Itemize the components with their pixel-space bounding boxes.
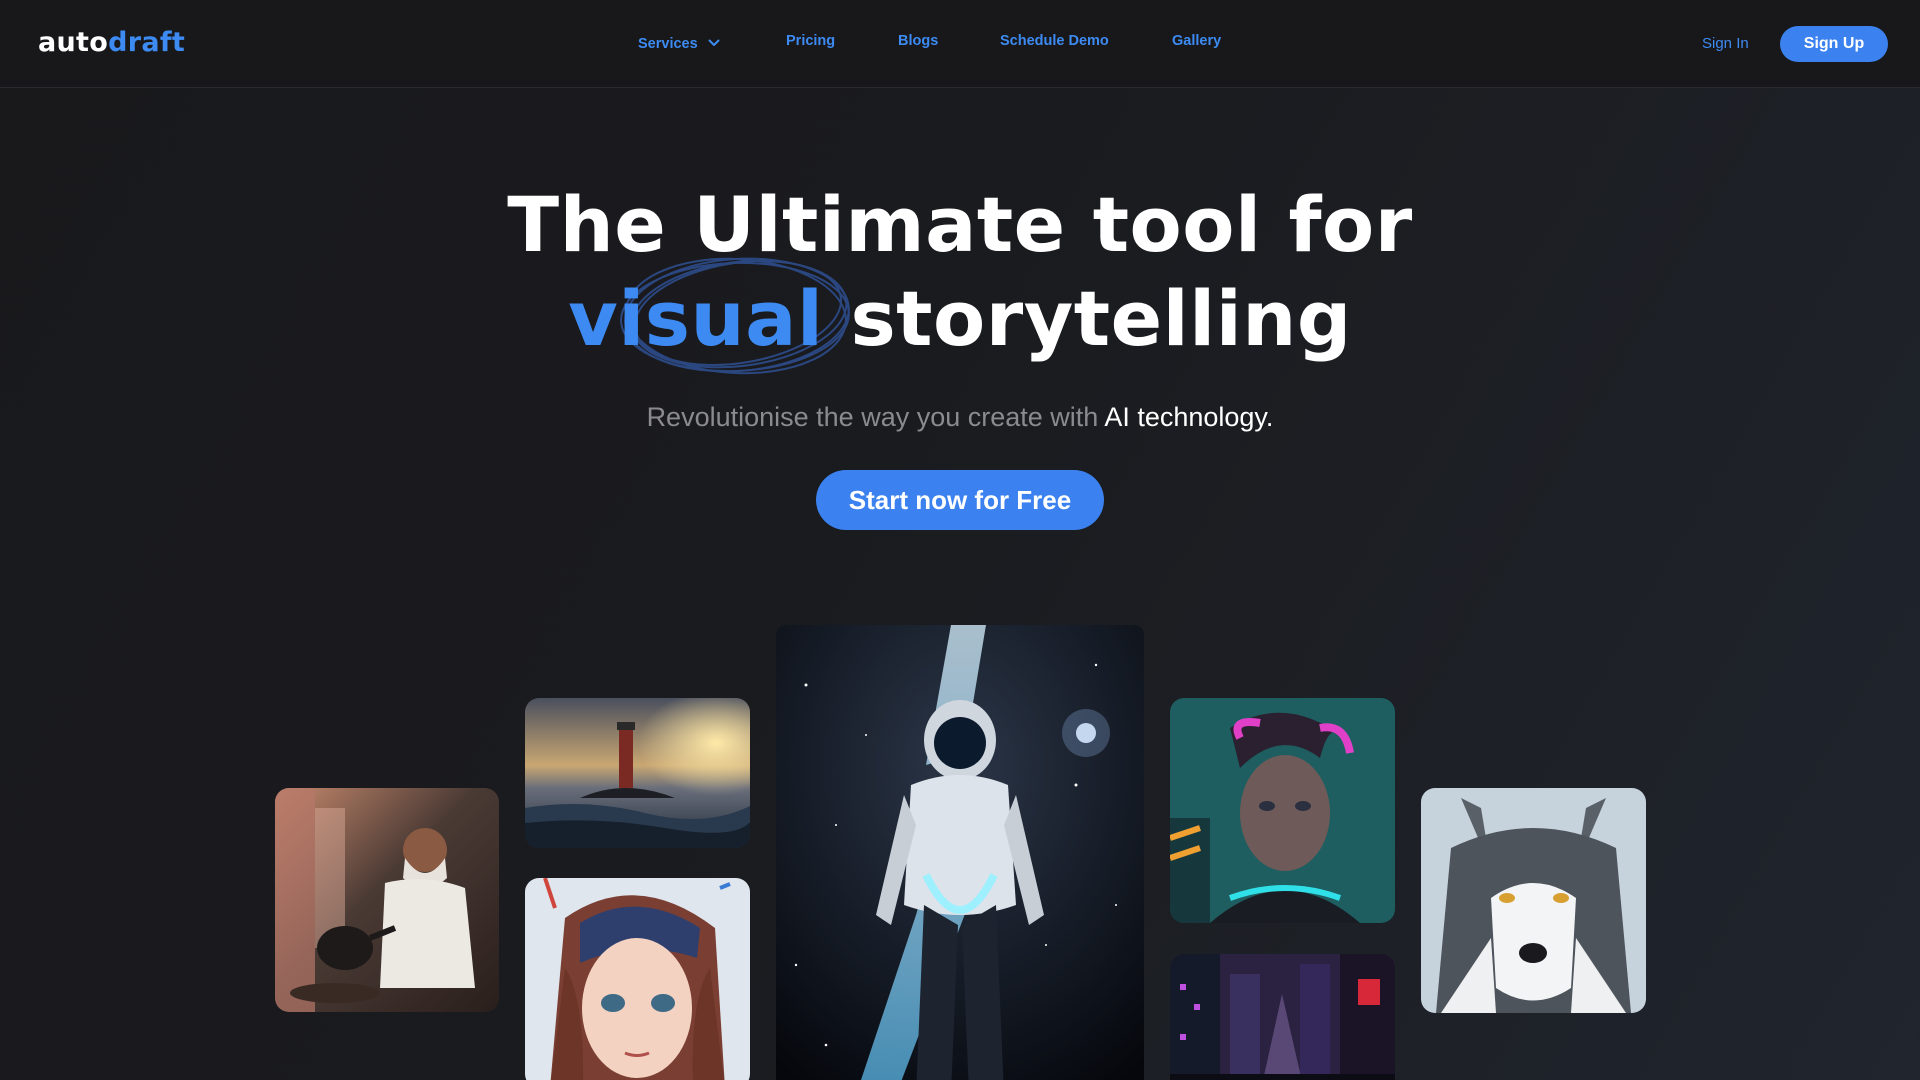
logo-text-draft: draft [108, 27, 186, 58]
logo-text-auto: auto [38, 27, 109, 58]
lighthouse-image [525, 698, 750, 848]
nav-schedule-demo-link[interactable]: Schedule Demo [1000, 33, 1109, 49]
top-navbar: autodraft Services Pricing Blogs Schedul… [0, 0, 1920, 88]
neon-city-image [1170, 954, 1395, 1080]
hero-heading-line-1: The Ultimate tool for [507, 180, 1413, 269]
nav-services-label: Services [638, 36, 698, 52]
astronaut-image [776, 625, 1144, 1080]
hero-heading-rest: storytelling [823, 274, 1352, 363]
wolf-image [1421, 788, 1646, 1013]
nav-blogs-link[interactable]: Blogs [898, 33, 938, 49]
nav-pricing-link[interactable]: Pricing [786, 33, 835, 49]
hero-subtitle: Revolutionise the way you create with AI… [0, 402, 1920, 433]
sign-in-link[interactable]: Sign In [1702, 35, 1749, 52]
autodraft-logo[interactable]: autodraft [38, 27, 185, 58]
chevron-down-icon [708, 35, 720, 51]
hero-subtitle-highlight: AI technology. [1104, 402, 1274, 432]
cyberpunk-man-image [1170, 698, 1395, 923]
hero-accent-word: visual [568, 274, 824, 363]
anime-girl-image [525, 878, 750, 1080]
nav-services-dropdown[interactable]: Services [638, 35, 720, 52]
nav-gallery-link[interactable]: Gallery [1172, 33, 1221, 49]
sign-up-button[interactable]: Sign Up [1780, 26, 1888, 62]
hero-heading-line-2: visual storytelling [0, 272, 1920, 366]
hero-subtitle-muted: Revolutionise the way you create with [646, 402, 1105, 432]
old-man-teapot-image [275, 788, 499, 1012]
start-free-button[interactable]: Start now for Free [816, 470, 1104, 530]
hero-heading: The Ultimate tool for visual storytellin… [0, 178, 1920, 366]
